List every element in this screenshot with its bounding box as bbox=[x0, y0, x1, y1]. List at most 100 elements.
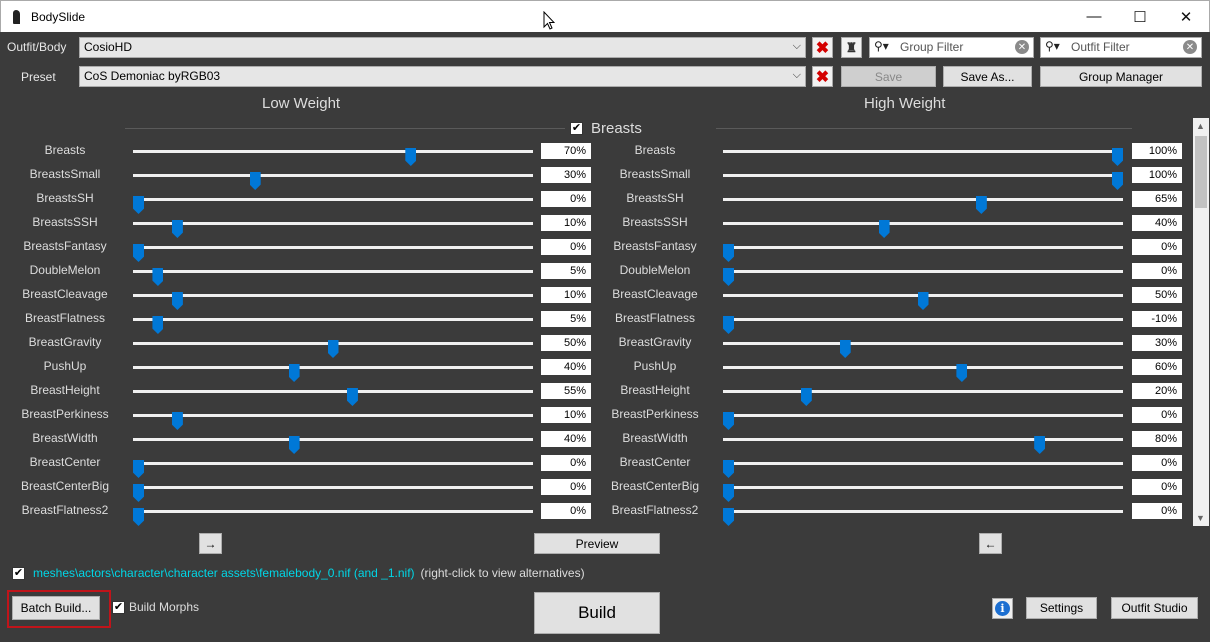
slider-row-high: BreastCleavage 50% bbox=[0, 287, 1190, 311]
maximize-button[interactable]: ☐ bbox=[1117, 1, 1163, 32]
slider-value-field[interactable]: 80% bbox=[1132, 431, 1182, 447]
scroll-up-icon[interactable]: ▲ bbox=[1196, 121, 1205, 131]
group-checkbox[interactable]: ✔ bbox=[570, 122, 583, 135]
slider-track[interactable] bbox=[723, 292, 1123, 310]
slider-label: Breasts bbox=[634, 143, 676, 157]
slider-thumb[interactable] bbox=[723, 484, 734, 502]
slider-track[interactable] bbox=[723, 412, 1123, 430]
slider-row-high: PushUp 60% bbox=[0, 359, 1190, 383]
info-button[interactable]: i bbox=[992, 598, 1013, 619]
slider-value-field[interactable]: 0% bbox=[1132, 263, 1182, 279]
build-morphs-label: Build Morphs bbox=[129, 600, 200, 614]
slider-thumb[interactable] bbox=[723, 460, 734, 478]
delete-preset-button[interactable]: ✖ bbox=[812, 66, 833, 87]
slider-value-field[interactable]: 20% bbox=[1132, 383, 1182, 399]
preset-select[interactable]: CoS Demoniac byRGB03 ⌵ bbox=[79, 66, 806, 87]
scroll-down-icon[interactable]: ▼ bbox=[1196, 513, 1205, 523]
group-filter-input[interactable]: ⚲▾ Group Filter ✕ bbox=[869, 37, 1034, 58]
slider-thumb[interactable] bbox=[723, 508, 734, 526]
slider-label: BreastsFantasy bbox=[613, 239, 697, 253]
slider-value-field[interactable]: 40% bbox=[1132, 215, 1182, 231]
slider-value-field[interactable]: 100% bbox=[1132, 143, 1182, 159]
slider-track[interactable] bbox=[723, 364, 1123, 382]
preview-button[interactable]: Preview bbox=[534, 533, 660, 554]
slider-track[interactable] bbox=[723, 388, 1123, 406]
slider-track[interactable] bbox=[723, 148, 1123, 166]
slider-scrollbar[interactable]: ▲ ▼ bbox=[1193, 118, 1209, 526]
batch-build-button[interactable]: Batch Build... bbox=[12, 596, 100, 620]
outfit-filter-input[interactable]: ⚲▾ Outfit Filter ✕ bbox=[1040, 37, 1202, 58]
outfit-lookup-button[interactable]: ♜ bbox=[841, 37, 862, 58]
output-path-link[interactable]: meshes\actors\character\character assets… bbox=[33, 566, 415, 580]
outfit-studio-button[interactable]: Outfit Studio bbox=[1111, 597, 1198, 619]
high-weight-heading: High Weight bbox=[864, 95, 946, 112]
slider-value-field[interactable]: 100% bbox=[1132, 167, 1182, 183]
slider-value-field[interactable]: -10% bbox=[1132, 311, 1182, 327]
slider-track[interactable] bbox=[723, 244, 1123, 262]
clear-icon[interactable]: ✕ bbox=[1183, 40, 1197, 54]
save-button[interactable]: Save bbox=[841, 66, 936, 87]
slider-track[interactable] bbox=[723, 220, 1123, 238]
outfit-select[interactable]: CosioHD ⌵ bbox=[79, 37, 806, 58]
slider-value-field[interactable]: 60% bbox=[1132, 359, 1182, 375]
slider-thumb[interactable] bbox=[917, 292, 929, 310]
slider-value-field[interactable]: 0% bbox=[1132, 407, 1182, 423]
copy-to-high-button[interactable]: → bbox=[199, 533, 222, 554]
slider-thumb[interactable] bbox=[956, 364, 968, 382]
save-as-button[interactable]: Save As... bbox=[943, 66, 1032, 87]
bodyslide-figure-icon: ♜ bbox=[845, 39, 858, 55]
slider-value-field[interactable]: 65% bbox=[1132, 191, 1182, 207]
slider-thumb[interactable] bbox=[975, 196, 987, 214]
slider-track[interactable] bbox=[723, 316, 1123, 334]
copy-to-low-button[interactable]: ← bbox=[979, 533, 1002, 554]
slider-track[interactable] bbox=[723, 268, 1123, 286]
slider-thumb[interactable] bbox=[839, 340, 851, 358]
slider-label: BreastsSmall bbox=[619, 167, 691, 181]
slider-track[interactable] bbox=[723, 196, 1123, 214]
build-morphs-checkbox[interactable]: ✔ bbox=[112, 600, 125, 614]
slider-track[interactable] bbox=[723, 460, 1123, 478]
slider-track[interactable] bbox=[723, 484, 1123, 502]
settings-button[interactable]: Settings bbox=[1026, 597, 1097, 619]
minimize-button[interactable]: — bbox=[1071, 1, 1117, 32]
mouse-cursor-icon bbox=[543, 11, 555, 30]
slider-thumb[interactable] bbox=[1034, 436, 1046, 454]
slider-thumb[interactable] bbox=[800, 388, 812, 406]
build-button[interactable]: Build bbox=[534, 592, 660, 634]
slider-label: PushUp bbox=[633, 359, 677, 373]
slider-thumb[interactable] bbox=[1112, 148, 1123, 166]
outfit-select-value: CosioHD bbox=[84, 40, 133, 54]
red-x-icon: ✖ bbox=[815, 39, 830, 57]
slider-thumb[interactable] bbox=[723, 244, 734, 262]
slider-track[interactable] bbox=[723, 172, 1123, 190]
slider-value-field[interactable]: 0% bbox=[1132, 239, 1182, 255]
slider-row-high: BreastsSmall 100% bbox=[0, 167, 1190, 191]
slider-value-field[interactable]: 0% bbox=[1132, 479, 1182, 495]
slider-value-field[interactable]: 30% bbox=[1132, 335, 1182, 351]
slider-thumb[interactable] bbox=[723, 412, 734, 430]
slider-thumb[interactable] bbox=[723, 268, 734, 286]
clear-icon[interactable]: ✕ bbox=[1015, 40, 1029, 54]
slider-label: BreastGravity bbox=[618, 335, 692, 349]
slider-thumb[interactable] bbox=[1112, 172, 1123, 190]
slider-thumb[interactable] bbox=[878, 220, 890, 238]
output-path-row: ✔ meshes\actors\character\character asse… bbox=[12, 566, 585, 580]
search-icon: ⚲▾ bbox=[874, 39, 889, 53]
slider-track[interactable] bbox=[723, 340, 1123, 358]
delete-outfit-button[interactable]: ✖ bbox=[812, 37, 833, 58]
slider-value-field[interactable]: 50% bbox=[1132, 287, 1182, 303]
slider-track[interactable] bbox=[723, 436, 1123, 454]
close-button[interactable]: ✕ bbox=[1163, 1, 1209, 32]
slider-track[interactable] bbox=[723, 508, 1123, 526]
slider-label: DoubleMelon bbox=[619, 263, 691, 277]
group-manager-button[interactable]: Group Manager bbox=[1040, 66, 1202, 87]
output-checkbox[interactable]: ✔ bbox=[12, 566, 25, 580]
outfit-label: Outfit/Body bbox=[7, 40, 67, 54]
slider-label: BreastCleavage bbox=[612, 287, 698, 301]
scrollbar-thumb[interactable] bbox=[1195, 136, 1207, 208]
slider-value-field[interactable]: 0% bbox=[1132, 455, 1182, 471]
slider-value-field[interactable]: 0% bbox=[1132, 503, 1182, 519]
build-morphs-option[interactable]: ✔ Build Morphs bbox=[112, 600, 199, 614]
slider-thumb[interactable] bbox=[723, 316, 734, 334]
window-title: BodySlide bbox=[31, 9, 86, 24]
